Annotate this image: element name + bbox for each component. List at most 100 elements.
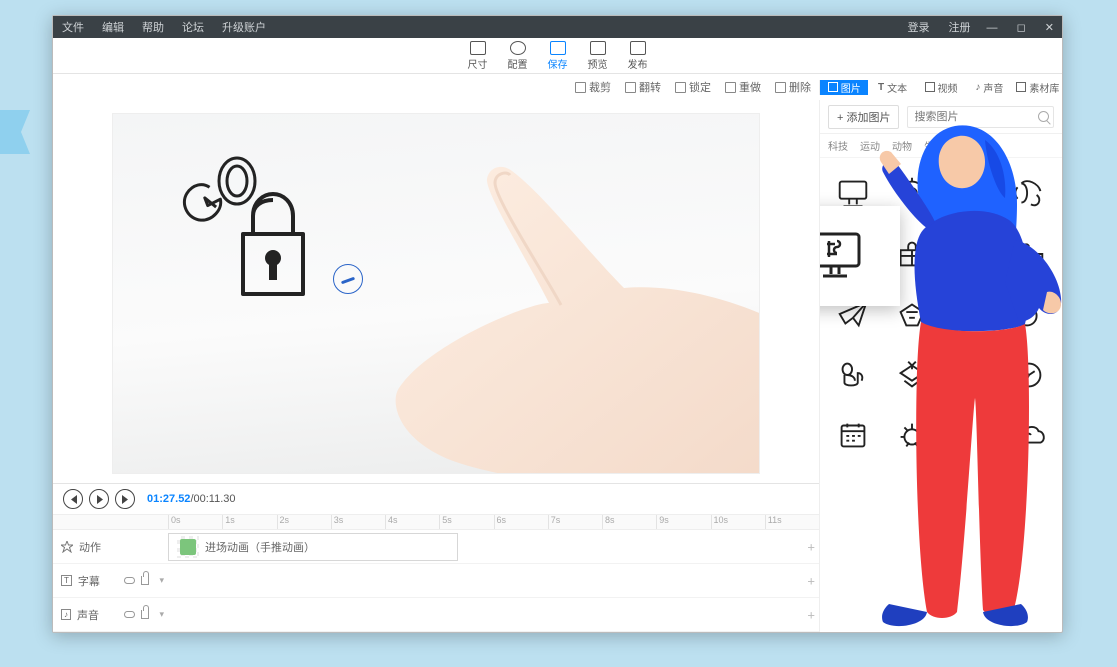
- config-icon: [510, 41, 526, 55]
- asset-item[interactable]: [887, 350, 938, 401]
- track-action-lane[interactable]: 进场动画（手推动画） +: [168, 530, 819, 563]
- track-sound-label: 声音: [77, 607, 99, 623]
- action-bar: 裁剪 翻转 锁定 重做 删除 图片 T文本 视频 ♪声音 素材库: [53, 74, 1062, 100]
- menu-upgrade[interactable]: 升级账户: [213, 19, 275, 35]
- crop-button[interactable]: 裁剪: [575, 79, 611, 95]
- menubar: 文件 编辑 帮助 论坛 升级账户: [53, 19, 275, 35]
- search-input[interactable]: [907, 106, 1054, 128]
- tab-video[interactable]: 视频: [917, 80, 965, 95]
- clip-label: 进场动画（手推动画）: [205, 539, 315, 555]
- track-sound: ♪声音 ▾ +: [53, 598, 819, 632]
- track-sound-lane[interactable]: +: [168, 598, 819, 631]
- lock-icon[interactable]: [141, 576, 149, 585]
- add-subtitle-button[interactable]: +: [807, 573, 815, 588]
- asset-item[interactable]: [1004, 350, 1055, 401]
- flip-button[interactable]: 翻转: [625, 79, 661, 95]
- titlebar-right: 登录 注册: [899, 19, 978, 35]
- asset-item[interactable]: [828, 410, 879, 461]
- asset-item[interactable]: [1004, 289, 1055, 340]
- size-button[interactable]: 尺寸: [468, 41, 488, 71]
- video-icon: [925, 82, 935, 92]
- preview-button[interactable]: 预览: [588, 41, 608, 71]
- eye-icon[interactable]: [124, 611, 135, 618]
- menu-help[interactable]: 帮助: [133, 19, 173, 35]
- chevron-down-icon[interactable]: ▾: [159, 609, 164, 620]
- asset-item[interactable]: [945, 289, 996, 340]
- cat-animal[interactable]: 动物: [892, 138, 912, 153]
- track-action-label: 动作: [79, 539, 101, 555]
- add-image-button[interactable]: + 添加图片: [828, 105, 899, 129]
- window-buttons: — ◻ ✕: [979, 21, 1062, 34]
- ruler-tick: 5s: [439, 515, 493, 529]
- cat-sport[interactable]: 运动: [860, 138, 880, 153]
- animation-clip[interactable]: 进场动画（手推动画）: [168, 533, 458, 561]
- asset-item[interactable]: [1004, 229, 1055, 280]
- audio-icon: ♪: [975, 82, 980, 93]
- subtitle-icon: T: [61, 575, 72, 586]
- search-icon[interactable]: [1038, 111, 1049, 122]
- skip-start-button[interactable]: [63, 489, 83, 509]
- ruler-tick: 9s: [656, 515, 710, 529]
- body: 01:27.52/00:11.30 0s 1s 2s 3s 4s 5s 6s 7…: [53, 100, 1062, 632]
- add-sound-button[interactable]: +: [807, 607, 815, 622]
- tab-library[interactable]: 素材库: [1014, 80, 1062, 95]
- register-link[interactable]: 注册: [941, 22, 979, 34]
- cat-life[interactable]: 生活: [924, 138, 944, 153]
- reset-button[interactable]: 重做: [725, 79, 761, 95]
- flip-icon: [625, 82, 636, 93]
- asset-item[interactable]: [945, 229, 996, 280]
- eye-icon[interactable]: [124, 577, 135, 584]
- play-button[interactable]: [89, 489, 109, 509]
- asset-item[interactable]: [945, 350, 996, 401]
- lock-button[interactable]: 锁定: [675, 79, 711, 95]
- size-icon: [470, 41, 486, 55]
- asset-item[interactable]: [1004, 168, 1055, 219]
- save-button[interactable]: 保存: [548, 41, 568, 71]
- skip-end-button[interactable]: [115, 489, 135, 509]
- publish-button[interactable]: 发布: [628, 41, 648, 71]
- track-subtitle-lane[interactable]: +: [168, 564, 819, 597]
- lock-icon[interactable]: [141, 610, 149, 619]
- timeline-ruler[interactable]: 0s 1s 2s 3s 4s 5s 6s 7s 8s 9s 10s 11s: [53, 514, 819, 530]
- canvas-area: 01:27.52/00:11.30 0s 1s 2s 3s 4s 5s 6s 7…: [53, 100, 819, 632]
- asset-item[interactable]: [1004, 410, 1055, 461]
- login-link[interactable]: 登录: [899, 22, 937, 34]
- clip-thumb-icon: [177, 536, 199, 558]
- menu-edit[interactable]: 编辑: [93, 19, 133, 35]
- asset-preview-popout: [820, 206, 900, 306]
- asset-item[interactable]: [945, 168, 996, 219]
- chevron-down-icon[interactable]: ▾: [159, 575, 164, 586]
- side-panel: + 添加图片 科技 运动 动物 生活 更多 ▾: [819, 100, 1062, 632]
- crop-icon: [575, 82, 586, 93]
- menu-forum[interactable]: 论坛: [173, 19, 213, 35]
- preview-icon: [590, 41, 606, 55]
- minimize-button[interactable]: —: [979, 22, 1006, 34]
- maximize-button[interactable]: ◻: [1009, 22, 1034, 34]
- timeline: 01:27.52/00:11.30 0s 1s 2s 3s 4s 5s 6s 7…: [53, 483, 819, 632]
- ruler-tick: 8s: [602, 515, 656, 529]
- ruler-tick: 2s: [277, 515, 331, 529]
- canvas[interactable]: [113, 114, 759, 473]
- asset-item[interactable]: [945, 410, 996, 461]
- star-icon: [61, 541, 73, 553]
- close-button[interactable]: ✕: [1037, 22, 1062, 34]
- publish-icon: [630, 41, 646, 55]
- asset-item[interactable]: [887, 410, 938, 461]
- cat-tech[interactable]: 科技: [828, 138, 848, 153]
- timeline-controls: 01:27.52/00:11.30: [53, 484, 819, 514]
- tab-text[interactable]: T文本: [868, 80, 916, 95]
- app-window: 文件 编辑 帮助 论坛 升级账户 登录 注册 — ◻ ✕ 尺寸 配置 保存 预览…: [52, 15, 1063, 633]
- menu-file[interactable]: 文件: [53, 19, 93, 35]
- add-action-button[interactable]: +: [807, 539, 815, 554]
- ruler-tick: 6s: [494, 515, 548, 529]
- config-button[interactable]: 配置: [508, 41, 528, 71]
- cat-more[interactable]: 更多 ▾: [956, 138, 984, 153]
- asset-item[interactable]: [828, 350, 879, 401]
- hand-graphic: [279, 153, 759, 473]
- delete-icon: [775, 82, 786, 93]
- lock-icon: [675, 82, 686, 93]
- time-display: 01:27.52/00:11.30: [147, 493, 236, 505]
- tab-image[interactable]: 图片: [820, 80, 868, 95]
- delete-button[interactable]: 删除: [775, 79, 811, 95]
- tab-audio[interactable]: ♪声音: [965, 80, 1013, 95]
